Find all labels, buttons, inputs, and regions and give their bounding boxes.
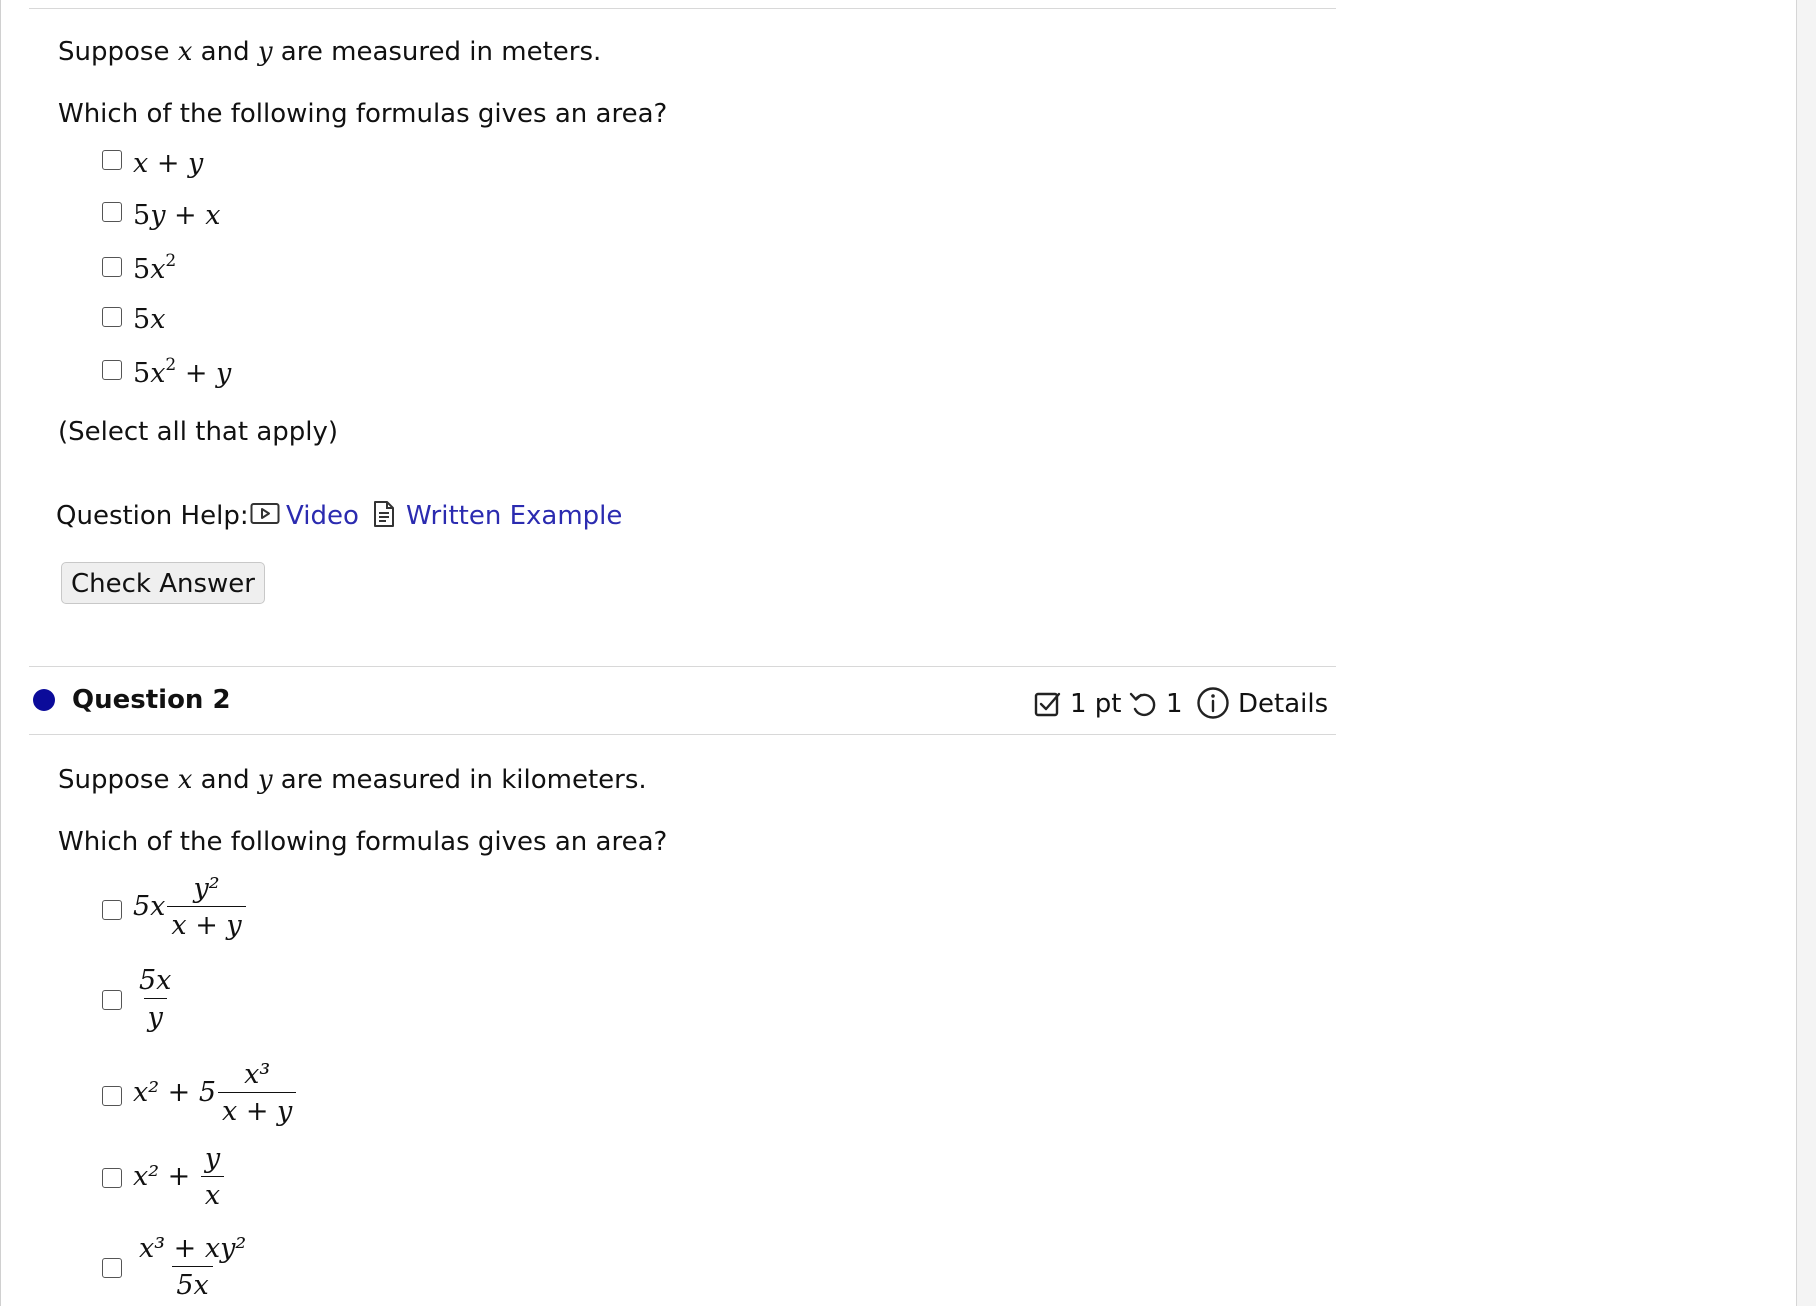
q1-option-4-checkbox[interactable] [102,307,122,327]
q1-option-2-checkbox[interactable] [102,202,122,222]
var-y: y [257,765,273,795]
q1-option-2-label: 5y + x [133,200,221,231]
q2-option-3-checkbox[interactable] [102,1086,122,1106]
q2-option-4-checkbox[interactable] [102,1168,122,1188]
q2-option-2-checkbox[interactable] [102,990,122,1010]
details-link[interactable]: Details [1238,688,1328,720]
document-icon [374,501,394,527]
fraction: y² x + y [167,874,246,941]
prompt-text: are measured in kilometers. [272,765,647,795]
q1-option-4-label: 5x [133,304,166,335]
q2-option-1-checkbox[interactable] [102,900,122,920]
prompt-text: and [192,37,258,67]
q1-option-3-label: 5x2 [133,251,177,286]
q1-option-1-label: x + y [133,148,204,179]
q1-option-5-checkbox[interactable] [102,360,122,380]
q1-option-3-checkbox[interactable] [102,257,122,277]
prompt-text: and [192,765,258,795]
question-2-title: Question 2 [72,685,231,715]
q1-option-1-checkbox[interactable] [102,150,122,170]
fraction: yx [200,1144,225,1211]
check-answer-button[interactable]: Check Answer [61,562,265,604]
question-list: Suppose x and y are measured in meters. … [0,0,1340,1306]
q1-question: Which of the following formulas gives an… [58,99,668,129]
retry-icon [1129,692,1156,717]
written-example-link[interactable]: Written Example [406,500,622,532]
q2-option-5-label: x³ + xy² 5x [133,1234,252,1301]
q2-option-2-label: 5x y [133,966,177,1033]
checkbox-points-icon [1034,692,1061,717]
q2-question: Which of the following formulas gives an… [58,827,668,857]
question-help-label: Question Help: [56,501,249,531]
q2-option-1-label: 5x y² x + y [133,874,248,941]
divider-q2-top [29,666,1336,667]
prompt-text: are measured in meters. [272,37,602,67]
q1-prompt: Suppose x and y are measured in meters. [58,36,601,68]
fraction: 5x y [139,965,172,1033]
prompt-text: Suppose [58,765,178,795]
var-x: x [177,37,193,67]
q2-option-3-label: x² + 5 x³ x + y [133,1060,298,1127]
divider-top [29,8,1336,9]
fraction: x³ + xy² 5x [139,1233,247,1301]
attempts-value: 1 [1166,689,1183,719]
question-status-dot [33,689,55,711]
q1-option-5-label: 5x2 + y [133,355,232,390]
q2-option-4-label: x² + yx [133,1144,226,1211]
q2-prompt: Suppose x and y are measured in kilomete… [58,764,647,796]
video-icon [250,503,280,524]
q1-instruction: (Select all that apply) [58,417,339,447]
q2-option-5-checkbox[interactable] [102,1258,122,1278]
info-icon[interactable] [1196,686,1230,720]
var-y: y [257,37,273,67]
points-value: 1 pt [1070,689,1122,719]
var-x: x [177,765,193,795]
scrollbar-track[interactable] [1796,0,1816,1306]
prompt-text: Suppose [58,37,178,67]
video-link[interactable]: Video [286,500,359,532]
divider-q2-header [29,734,1336,735]
fraction: x³ x + y [218,1060,297,1127]
